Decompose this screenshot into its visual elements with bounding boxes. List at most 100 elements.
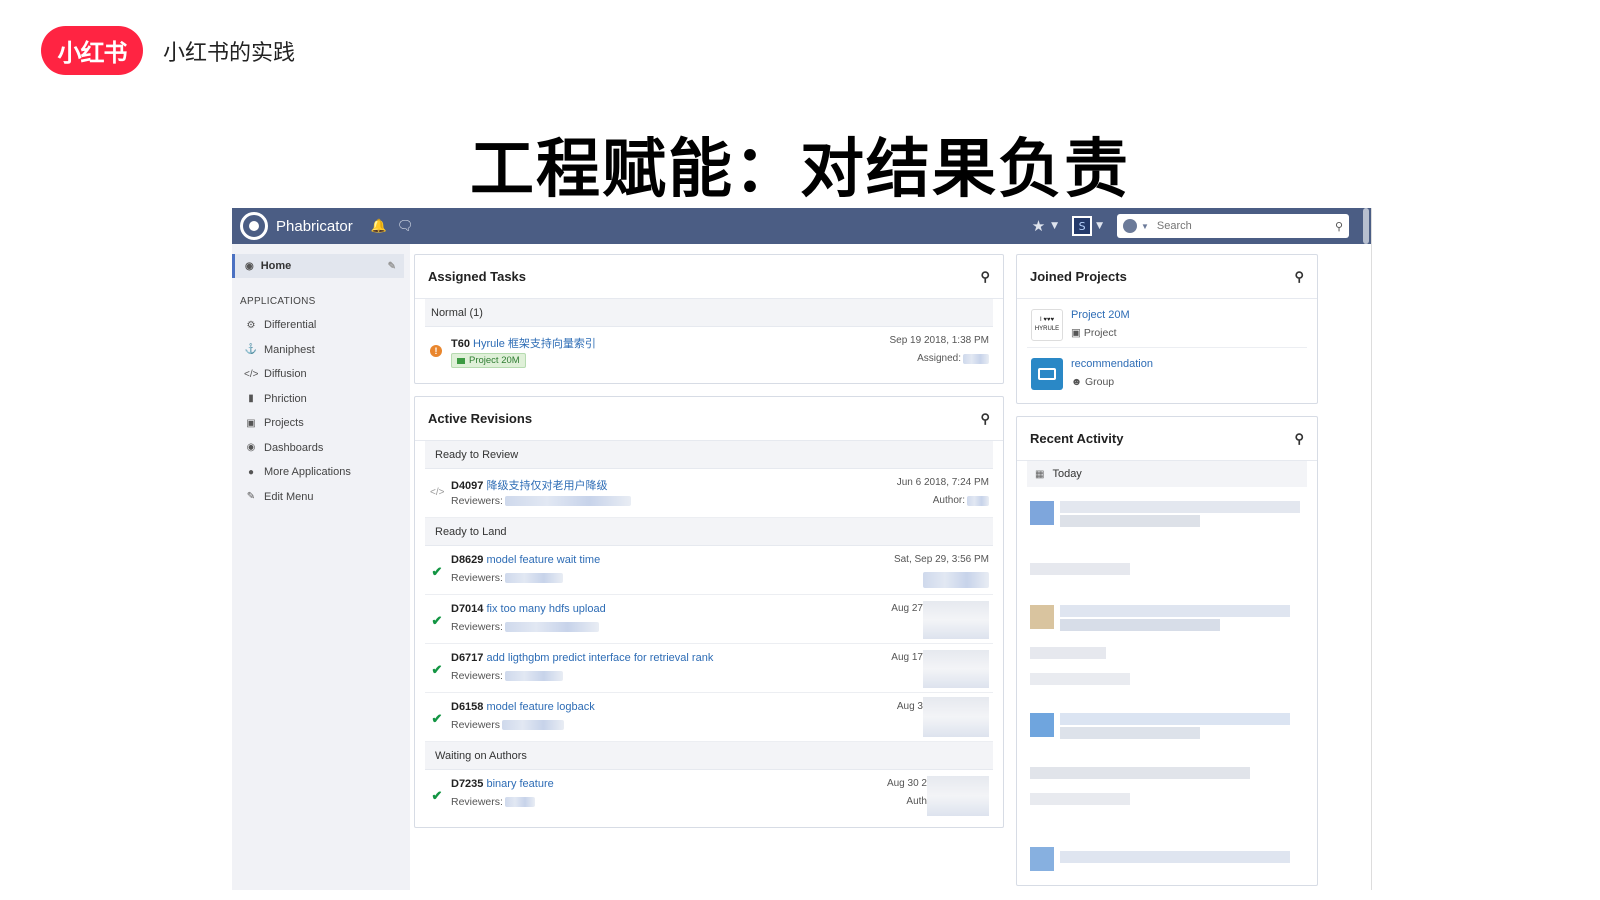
revision-title[interactable]: D8629 model feature wait time [451,554,600,566]
project-kind-label: Project [1083,327,1117,339]
redacted-block [923,650,989,688]
group-icon: ☻ [1071,376,1085,388]
sidebar-item-label: Phriction [264,392,307,405]
scrollbar[interactable] [1363,208,1369,244]
redacted-block [927,776,989,816]
phabricator-eye-icon[interactable] [240,212,268,240]
check-icon: ✔ [431,564,443,579]
redacted-reviewers [504,496,631,506]
chat-icon[interactable]: 🗨 [397,219,414,234]
revision-link[interactable]: 降级支持仅对老用户降级 [486,480,607,492]
search-input[interactable] [1156,220,1335,232]
sidebar-item-projects[interactable]: ▣ Projects [232,411,410,436]
chevron-down-icon[interactable]: ▼ [1096,221,1103,231]
revision-reviewers: Reviewers: [451,670,563,682]
sidebar-item-more-applications[interactable]: ● More Applications [232,460,410,485]
recent-activity-panel: Recent Activity ⚲ ▦ Today [1016,416,1318,886]
sidebar-item-dashboards[interactable]: ◉ Dashboards [232,436,410,461]
chevron-down-icon[interactable]: ▼ [1051,221,1058,231]
sidebar-item-edit-menu[interactable]: ✎ Edit Menu [232,485,410,510]
project-item[interactable]: recommendation ☻ Group [1027,348,1307,397]
project-image[interactable]: I ♥♥♥ HYRULE [1031,309,1063,341]
panel-header: Recent Activity ⚲ [1017,417,1317,461]
redacted-block [923,697,989,737]
redacted-block [1030,767,1250,779]
task-title[interactable]: T60 Hyrule 框架支持向量索引 [451,335,596,351]
revision-row[interactable]: ✔ D6158 model feature logback Reviewers … [425,693,993,742]
pencil-icon[interactable]: ✎ [388,261,396,272]
group-header: Waiting on Authors [425,742,993,770]
favorites-star-icon[interactable]: ★ [1032,217,1045,235]
revision-row[interactable]: </> D4097 降级支持仅对老用户降级 Reviewers: Jun 6 2… [425,469,993,518]
sidebar-item-label: Diffusion [264,368,307,381]
search-icon[interactable]: ⚲ [980,411,990,427]
globe-icon[interactable] [1123,219,1137,233]
revision-row[interactable]: ✔ D8629 model feature wait time Reviewer… [425,546,993,595]
revision-id: D6717 [451,652,484,664]
chevron-down-icon[interactable]: ▼ [1141,222,1149,231]
revision-title[interactable]: D7014 fix too many hdfs upload [451,603,606,615]
reviewers-label: Reviewers: [451,495,503,507]
revision-link[interactable]: fix too many hdfs upload [486,603,605,615]
briefcase-icon[interactable] [1031,358,1063,390]
briefcase-icon [457,357,465,364]
sidebar-item-home[interactable]: ◉ Home ✎ [232,254,404,278]
sidebar-item-diffusion[interactable]: </> Diffusion [232,362,410,387]
project-tag[interactable]: Project 20M [451,353,526,368]
redacted-author [921,572,989,588]
search-icon[interactable]: ⚲ [1335,220,1343,233]
project-link[interactable]: recommendation [1071,358,1153,370]
search-box[interactable]: ▼ ⚲ [1117,214,1349,238]
search-icon[interactable]: ⚲ [980,269,990,285]
revision-title[interactable]: D4097 降级支持仅对老用户降级 [451,477,607,493]
revision-author: Author: [933,495,989,506]
revision-title[interactable]: D7235 binary feature [451,778,554,790]
panel-title: Assigned Tasks [428,269,527,284]
sidebar-item-differential[interactable]: ⚙ Differential [232,313,410,338]
revision-row[interactable]: ✔ D6717 add ligthgbm predict interface f… [425,644,993,693]
briefcase-icon: ▣ [1071,327,1084,339]
panel-header: Joined Projects ⚲ [1017,255,1317,299]
revision-link[interactable]: binary feature [486,778,553,790]
revision-link[interactable]: add ligthgbm predict interface for retri… [486,652,713,664]
code-icon: </> [244,368,259,380]
revision-date: Aug 27 [891,603,923,614]
today-header: ▦ Today [1027,461,1307,487]
task-date: Sep 19 2018, 1:38 PM [889,335,989,346]
priority-warning-icon: ! [430,345,442,357]
revision-row[interactable]: ✔ D7014 fix too many hdfs upload Reviewe… [425,595,993,644]
redacted-block [1060,713,1290,725]
panel-title: Joined Projects [1030,269,1127,284]
sidebar-item-maniphest[interactable]: ⚓ Maniphest [232,338,410,363]
slide-title: 工程赋能：对结果负责 [470,133,1130,207]
search-icon[interactable]: ⚲ [1294,269,1304,285]
today-label: Today [1052,468,1082,480]
project-item[interactable]: I ♥♥♥ HYRULE Project 20M ▣ Project [1027,299,1307,348]
task-row[interactable]: ! T60 Hyrule 框架支持向量索引 Project 20M Sep 19… [425,327,993,376]
revision-title[interactable]: D6717 add ligthgbm predict interface for… [451,652,713,664]
author-label: Author: [932,495,965,506]
calendar-icon: ▦ [1035,468,1045,480]
search-icon[interactable]: ⚲ [1294,431,1304,447]
revision-date: Aug 30 2 [886,778,927,789]
reviewers-label: Reviewers: [451,572,503,584]
sidebar-item-label: Differential [264,319,317,332]
check-icon: ✔ [431,662,443,677]
revision-date: Aug 17 [891,652,923,663]
bell-icon[interactable]: 🔔 [371,219,387,234]
task-link[interactable]: Hyrule 框架支持向量索引 [473,338,596,350]
revision-link[interactable]: model feature logback [486,701,594,713]
sidebar-item-phriction[interactable]: ▮ Phriction [232,387,410,412]
app-name[interactable]: Phabricator [276,218,353,235]
redacted-reviewers [504,797,535,807]
sidebar-section-title: APPLICATIONS [240,296,316,307]
revision-link[interactable]: model feature wait time [486,554,600,566]
revision-reviewers: Reviewers: [451,572,563,584]
revision-row[interactable]: ✔ D7235 binary feature Reviewers: Aug 30… [425,770,993,819]
project-link[interactable]: Project 20M [1071,309,1130,321]
user-avatar[interactable]: S [1072,216,1093,236]
sidebar-item-label: Projects [264,417,304,430]
briefcase-icon: ▣ [246,417,256,429]
revision-title[interactable]: D6158 model feature logback [451,701,595,713]
brand-logo: 小红书 [41,26,143,75]
